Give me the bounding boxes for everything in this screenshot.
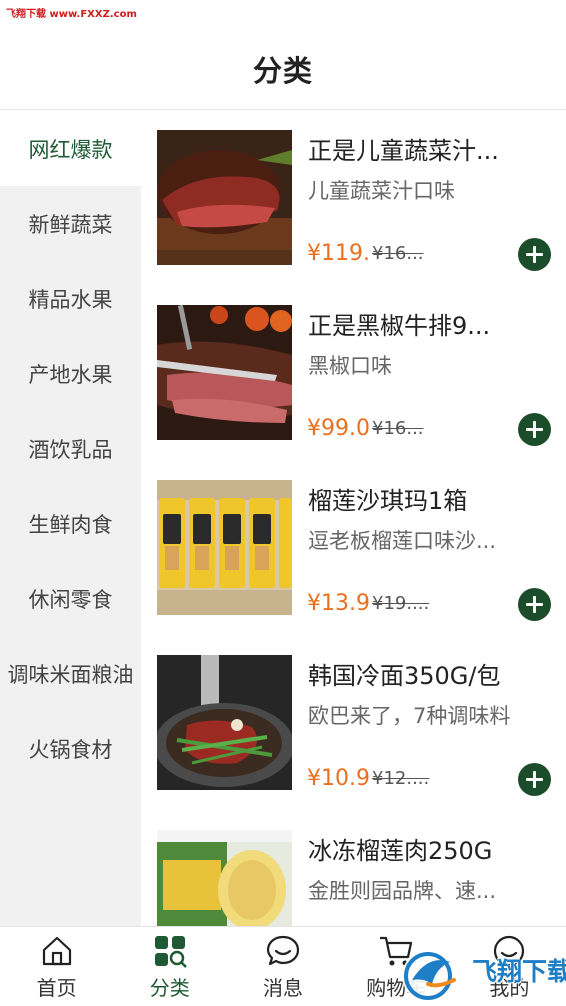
product-original-price: ¥19.... bbox=[372, 593, 430, 614]
sidebar-item-hot[interactable]: 网红爆款 bbox=[0, 111, 141, 186]
sidebar-item-origin-fruits[interactable]: 产地水果 bbox=[0, 336, 141, 411]
category-grid-icon bbox=[154, 936, 187, 968]
page-title: 分类 bbox=[252, 53, 313, 88]
tab-label: 消息 bbox=[263, 976, 303, 1000]
add-to-cart-button[interactable] bbox=[518, 238, 551, 271]
product-title: 韩国冷面350G/包 bbox=[308, 662, 501, 690]
product-title: 冰冻榴莲肉250G bbox=[308, 837, 493, 865]
product-price: ¥10.9 bbox=[307, 766, 370, 791]
add-to-cart-button[interactable] bbox=[518, 763, 551, 796]
tab-label: 分类 bbox=[149, 976, 190, 1000]
tab-messages[interactable]: 消息 bbox=[226, 927, 339, 1006]
product-card[interactable]: 韩国冷面350G/包 欧巴来了，7种调味料 ¥10.9 ¥12.... bbox=[141, 636, 566, 811]
product-title: 榴莲沙琪玛1箱 bbox=[308, 487, 468, 515]
brand-watermark: 飞翔下载 bbox=[398, 944, 566, 1004]
brand-watermark-text: 飞翔下载 bbox=[472, 957, 566, 986]
sidebar-item-fruits[interactable]: 精品水果 bbox=[0, 261, 141, 336]
product-image[interactable] bbox=[157, 830, 292, 926]
product-title: 正是黑椒牛排9... bbox=[308, 312, 491, 340]
product-image[interactable] bbox=[157, 305, 292, 440]
sidebar-item-snacks[interactable]: 休闲零食 bbox=[0, 561, 141, 636]
product-card[interactable]: 正是儿童蔬菜汁... 儿童蔬菜汁口味 ¥119. ¥16... bbox=[141, 111, 566, 286]
product-original-price: ¥12.... bbox=[372, 768, 430, 789]
product-title: 正是儿童蔬菜汁... bbox=[308, 137, 499, 165]
tab-label: 首页 bbox=[36, 976, 77, 1000]
page-header: 分类 bbox=[0, 28, 566, 110]
site-watermark: 飞翔下载 www.FXXZ.com bbox=[6, 9, 137, 20]
home-icon bbox=[42, 936, 71, 966]
product-card[interactable]: 榴莲沙琪玛1箱 逗老板榴莲口味沙... ¥13.9 ¥19.... bbox=[141, 461, 566, 636]
tab-home[interactable]: 首页 bbox=[0, 927, 113, 1006]
product-card[interactable]: 冰冻榴莲肉250G 金胜则园品牌、速... bbox=[141, 811, 566, 926]
product-original-price: ¥16... bbox=[372, 418, 424, 439]
sidebar-item-drinks-dairy[interactable]: 酒饮乳品 bbox=[0, 411, 141, 486]
sidebar-item-vegetables[interactable]: 新鲜蔬菜 bbox=[0, 186, 141, 261]
product-original-price: ¥16... bbox=[372, 243, 424, 264]
category-sidebar: 网红爆款 新鲜蔬菜 精品水果 产地水果 酒饮乳品 生鲜肉食 休闲零食 调味米面粮… bbox=[0, 111, 141, 926]
product-price: ¥99.0 bbox=[307, 416, 370, 441]
product-subtitle: 逗老板榴莲口味沙... bbox=[308, 529, 497, 553]
sidebar-item-hotpot[interactable]: 火锅食材 bbox=[0, 711, 141, 786]
product-price: ¥119. bbox=[307, 241, 370, 266]
chat-bubble-icon bbox=[266, 935, 300, 966]
bird-logo-icon bbox=[402, 950, 456, 1002]
product-subtitle: 儿童蔬菜汁口味 bbox=[308, 179, 455, 203]
add-to-cart-button[interactable] bbox=[518, 413, 551, 446]
sidebar-item-seasoning-grain[interactable]: 调味米面粮油 bbox=[0, 636, 141, 711]
product-list: 正是儿童蔬菜汁... 儿童蔬菜汁口味 ¥119. ¥16... 正是黑椒牛排9.… bbox=[141, 111, 566, 926]
tab-category[interactable]: 分类 bbox=[113, 927, 226, 1006]
product-price: ¥13.9 bbox=[307, 591, 370, 616]
product-image[interactable] bbox=[157, 130, 292, 265]
add-to-cart-button[interactable] bbox=[518, 588, 551, 621]
product-subtitle: 金胜则园品牌、速... bbox=[308, 879, 497, 903]
product-image[interactable] bbox=[157, 655, 292, 790]
product-subtitle: 黑椒口味 bbox=[308, 354, 392, 378]
product-subtitle: 欧巴来了，7种调味料 bbox=[308, 704, 511, 728]
product-card[interactable]: 正是黑椒牛排9... 黑椒口味 ¥99.0 ¥16... bbox=[141, 286, 566, 461]
product-image[interactable] bbox=[157, 480, 292, 615]
sidebar-item-fresh-meat[interactable]: 生鲜肉食 bbox=[0, 486, 141, 561]
